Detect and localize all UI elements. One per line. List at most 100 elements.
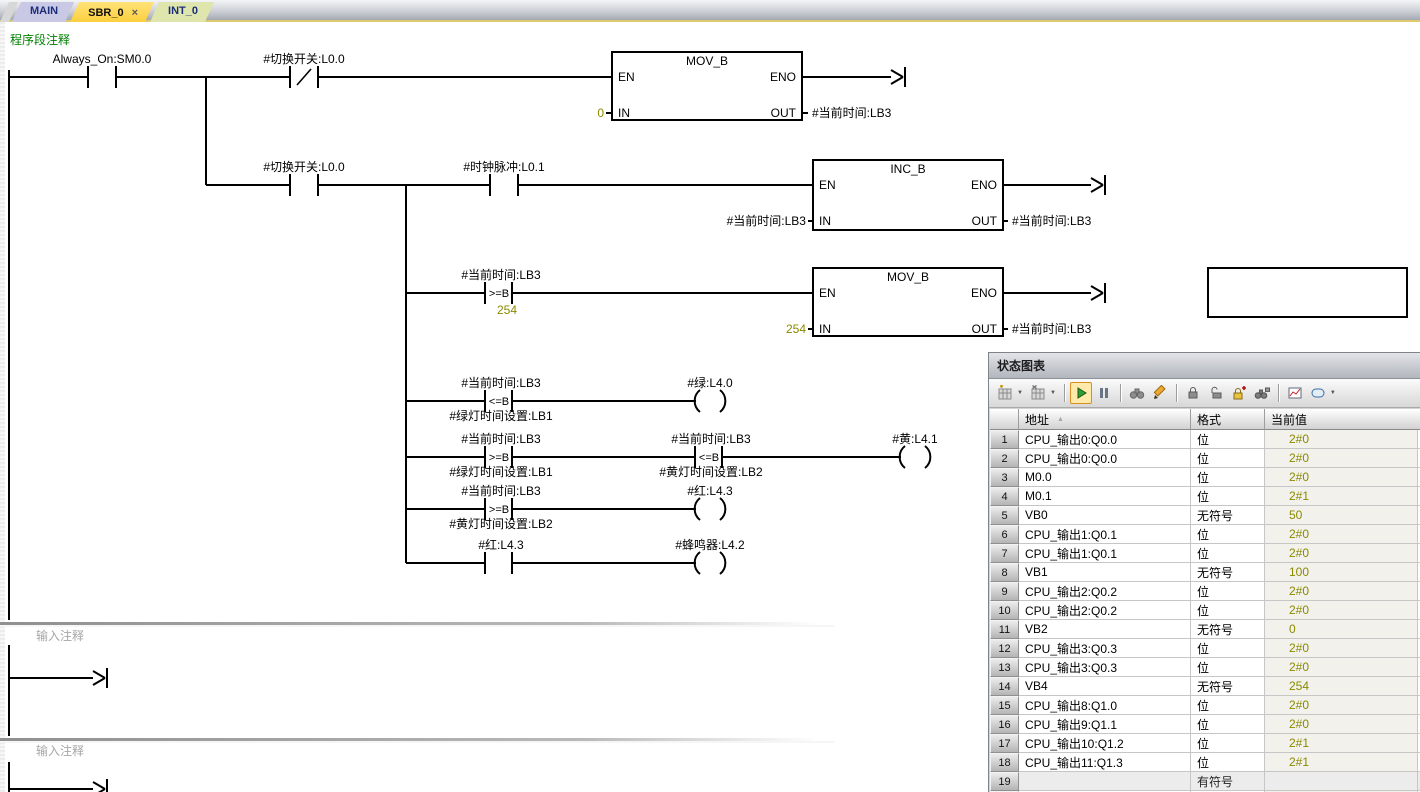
coil-buzzer[interactable] bbox=[695, 552, 726, 574]
coil-yellow[interactable] bbox=[900, 446, 931, 468]
address-cell[interactable]: CPU_输出2:Q0.2 bbox=[1019, 601, 1191, 620]
format-cell[interactable]: 位 bbox=[1191, 525, 1265, 544]
current-value-cell[interactable]: 2#0 bbox=[1265, 639, 1418, 658]
coil-green[interactable] bbox=[695, 390, 726, 412]
address-cell[interactable]: CPU_输出0:Q0.0 bbox=[1019, 430, 1191, 449]
format-cell[interactable]: 位 bbox=[1191, 715, 1265, 734]
row-number-button[interactable]: 19 bbox=[990, 772, 1019, 791]
row-number-button[interactable]: 2 bbox=[990, 449, 1019, 468]
header-address[interactable]: 地址 ▲ bbox=[1019, 409, 1191, 430]
address-cell[interactable]: CPU_输出8:Q1.0 bbox=[1019, 696, 1191, 715]
operand-label[interactable]: #当前时间:LB3 bbox=[461, 268, 540, 282]
operand-label[interactable]: #当前时间:LB3 bbox=[1012, 322, 1091, 336]
dropdown-icon[interactable]: ▼ bbox=[1050, 390, 1056, 396]
current-value-cell[interactable]: 2#0 bbox=[1265, 582, 1418, 601]
address-cell[interactable]: CPU_输出2:Q0.2 bbox=[1019, 582, 1191, 601]
row-number-button[interactable]: 6 bbox=[990, 525, 1019, 544]
current-value-cell[interactable]: 2#0 bbox=[1265, 601, 1418, 620]
operand-label[interactable]: Always_On:SM0.0 bbox=[53, 52, 152, 66]
address-cell[interactable]: CPU_输出10:Q1.2 bbox=[1019, 734, 1191, 753]
close-icon[interactable]: × bbox=[132, 7, 138, 19]
address-cell[interactable]: CPU_输出3:Q0.3 bbox=[1019, 658, 1191, 677]
current-value-cell[interactable]: 2#0 bbox=[1265, 430, 1418, 449]
format-cell[interactable]: 位 bbox=[1191, 753, 1265, 772]
operand-label[interactable]: #黄灯时间设置:LB2 bbox=[659, 465, 762, 479]
format-cell[interactable]: 无符号 bbox=[1191, 677, 1265, 696]
row-number-button[interactable]: 1 bbox=[990, 430, 1019, 449]
current-value-cell[interactable]: 0 bbox=[1265, 620, 1418, 639]
row-number-button[interactable]: 18 bbox=[990, 753, 1019, 772]
pause-chart-button[interactable] bbox=[1093, 382, 1115, 404]
row-number-button[interactable]: 9 bbox=[990, 582, 1019, 601]
operand-label[interactable]: #绿灯时间设置:LB1 bbox=[449, 409, 552, 423]
format-cell[interactable]: 位 bbox=[1191, 601, 1265, 620]
format-cell[interactable]: 位 bbox=[1191, 487, 1265, 506]
contact-switch[interactable] bbox=[290, 174, 318, 196]
operand-label[interactable]: #当前时间:LB3 bbox=[461, 484, 540, 498]
current-value-cell[interactable]: 2#0 bbox=[1265, 544, 1418, 563]
input-comment-placeholder[interactable]: 输入注释 bbox=[36, 744, 84, 758]
operand-label[interactable]: #当前时间:LB3 bbox=[671, 432, 750, 446]
row-number-button[interactable]: 15 bbox=[990, 696, 1019, 715]
tab-int0[interactable]: INT_0 bbox=[150, 2, 214, 22]
current-value-cell[interactable]: 254 bbox=[1265, 677, 1418, 696]
operand-label[interactable]: #当前时间:LB3 bbox=[461, 376, 540, 390]
unforce-all-button[interactable] bbox=[1228, 382, 1250, 404]
format-cell[interactable]: 无符号 bbox=[1191, 506, 1265, 525]
address-cell[interactable]: VB0 bbox=[1019, 506, 1191, 525]
operand-label[interactable]: #绿灯时间设置:LB1 bbox=[449, 465, 552, 479]
current-value-cell[interactable]: 2#1 bbox=[1265, 753, 1418, 772]
row-number-button[interactable]: 14 bbox=[990, 677, 1019, 696]
format-cell[interactable]: 位 bbox=[1191, 468, 1265, 487]
current-value-cell[interactable]: 2#0 bbox=[1265, 715, 1418, 734]
trend-view-button[interactable] bbox=[1284, 382, 1306, 404]
format-cell[interactable]: 位 bbox=[1191, 696, 1265, 715]
format-cell[interactable]: 位 bbox=[1191, 449, 1265, 468]
address-cell[interactable]: M0.1 bbox=[1019, 487, 1191, 506]
current-value-cell[interactable]: 2#0 bbox=[1265, 658, 1418, 677]
row-number-button[interactable]: 8 bbox=[990, 563, 1019, 582]
row-number-button[interactable]: 4 bbox=[990, 487, 1019, 506]
current-value-cell[interactable]: 2#0 bbox=[1265, 525, 1418, 544]
operand-label[interactable]: #当前时间:LB3 bbox=[812, 106, 891, 120]
address-cell[interactable]: CPU_输出3:Q0.3 bbox=[1019, 639, 1191, 658]
format-cell[interactable]: 位 bbox=[1191, 734, 1265, 753]
address-cell[interactable]: M0.0 bbox=[1019, 468, 1191, 487]
read-forced-button[interactable] bbox=[1251, 382, 1273, 404]
current-value-cell[interactable]: 100 bbox=[1265, 563, 1418, 582]
current-value-cell[interactable]: 2#0 bbox=[1265, 449, 1418, 468]
operand-label[interactable]: #当前时间:LB3 bbox=[700, 214, 806, 228]
current-value-cell[interactable]: 50 bbox=[1265, 506, 1418, 525]
contact-clock-pulse[interactable] bbox=[490, 174, 518, 196]
delete-row-button[interactable] bbox=[1027, 382, 1049, 404]
contact-red[interactable] bbox=[485, 552, 512, 574]
format-cell[interactable]: 无符号 bbox=[1191, 563, 1265, 582]
current-value-cell[interactable]: 2#0 bbox=[1265, 696, 1418, 715]
input-comment-placeholder[interactable]: 输入注释 bbox=[36, 629, 84, 643]
constant-value[interactable]: 254 bbox=[497, 303, 517, 317]
format-cell[interactable]: 位 bbox=[1191, 544, 1265, 563]
read-all-button[interactable] bbox=[1126, 382, 1148, 404]
address-cell[interactable]: CPU_输出0:Q0.0 bbox=[1019, 449, 1191, 468]
row-number-button[interactable]: 10 bbox=[990, 601, 1019, 620]
unforce-button[interactable] bbox=[1205, 382, 1227, 404]
contact-nc-switch[interactable] bbox=[290, 66, 318, 88]
coil-label[interactable]: #红:L4.3 bbox=[687, 484, 732, 498]
address-cell[interactable]: CPU_输出11:Q1.3 bbox=[1019, 753, 1191, 772]
row-number-button[interactable]: 13 bbox=[990, 658, 1019, 677]
operand-label[interactable]: #红:L4.3 bbox=[478, 538, 523, 552]
current-value-cell[interactable] bbox=[1265, 772, 1418, 791]
operand-label[interactable]: #时钟脉冲:L0.1 bbox=[463, 160, 544, 174]
address-cell[interactable]: VB1 bbox=[1019, 563, 1191, 582]
operand-label[interactable]: #当前时间:LB3 bbox=[461, 432, 540, 446]
row-number-button[interactable]: 3 bbox=[990, 468, 1019, 487]
row-number-button[interactable]: 5 bbox=[990, 506, 1019, 525]
row-number-button[interactable]: 16 bbox=[990, 715, 1019, 734]
constant-value[interactable]: 254 bbox=[756, 322, 806, 336]
constant-value[interactable]: 0 bbox=[560, 106, 604, 120]
address-cell[interactable]: CPU_输出9:Q1.1 bbox=[1019, 715, 1191, 734]
address-cell[interactable] bbox=[1019, 772, 1191, 791]
chart-status-on-button[interactable] bbox=[1070, 382, 1092, 404]
contact-always-on[interactable] bbox=[88, 66, 116, 88]
format-cell[interactable]: 位 bbox=[1191, 582, 1265, 601]
